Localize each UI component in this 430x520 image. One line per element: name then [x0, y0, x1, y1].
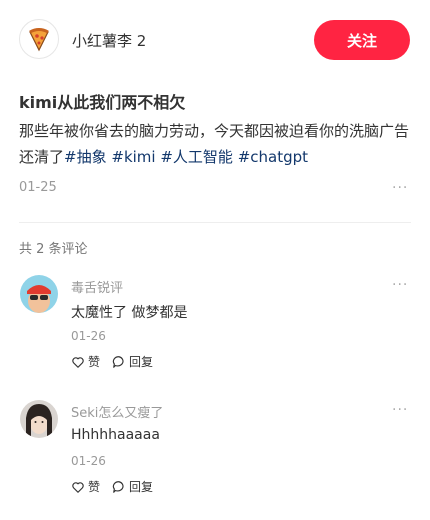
author-avatar[interactable] [19, 19, 59, 59]
tag-link[interactable]: #人工智能 [160, 148, 233, 166]
commenter-name[interactable]: 毒舌锐评 [71, 277, 123, 296]
post-text: 那些年被你省去的脑力劳动，今天都因被迫看你的洗脑广告还清了#抽象 #kimi #… [19, 118, 411, 170]
reply-label: 回复 [129, 355, 154, 369]
comment-actions: 赞 回复 [71, 478, 165, 495]
comment-more-button[interactable]: ··· [392, 402, 408, 418]
comment-item: 毒舌锐评 ··· 太魔性了 做梦都是 01-26 赞 回复 [0, 275, 430, 395]
like-button[interactable]: 赞 [71, 353, 100, 370]
user-avatar-icon [20, 400, 58, 438]
commenter-avatar[interactable] [20, 400, 58, 438]
comment-text: Hhhhhaaaaa [71, 427, 160, 443]
like-button[interactable]: 赞 [71, 478, 100, 495]
post-more-button[interactable]: ··· [392, 180, 408, 196]
divider [19, 222, 411, 223]
tag-link[interactable]: #kimi [111, 148, 155, 166]
commenter-avatar[interactable] [20, 275, 58, 313]
reply-button[interactable]: 回复 [112, 353, 153, 370]
follow-button[interactable]: 关注 [314, 20, 410, 60]
heart-icon [72, 481, 84, 493]
author-name[interactable]: 小红薯李 2 [72, 30, 146, 51]
chat-bubble-icon [112, 355, 124, 368]
comment-date: 01-26 [71, 454, 106, 468]
comment-date: 01-26 [71, 329, 106, 343]
tag-link[interactable]: #抽象 [64, 148, 107, 166]
chat-bubble-icon [112, 480, 124, 493]
comment-more-button[interactable]: ··· [392, 277, 408, 293]
post-header: 小红薯李 2 关注 [0, 0, 430, 80]
comment-count: 共 2 条评论 [19, 242, 88, 257]
like-label: 赞 [88, 480, 101, 494]
pizza-icon [29, 28, 49, 52]
user-avatar-icon [20, 275, 58, 313]
comment-item: Seki怎么又瘦了 ··· Hhhhhaaaaa 01-26 赞 回复 [0, 400, 430, 520]
post-date: 01-25 [19, 180, 57, 195]
reply-button[interactable]: 回复 [112, 478, 153, 495]
tag-link[interactable]: #chatgpt [238, 148, 308, 166]
heart-icon [72, 356, 84, 368]
post-title: kimi从此我们两不相欠 [19, 93, 186, 112]
comment-actions: 赞 回复 [71, 353, 165, 370]
commenter-name[interactable]: Seki怎么又瘦了 [71, 402, 163, 421]
comment-text: 太魔性了 做梦都是 [71, 305, 188, 321]
reply-label: 回复 [129, 480, 154, 494]
like-label: 赞 [88, 355, 101, 369]
